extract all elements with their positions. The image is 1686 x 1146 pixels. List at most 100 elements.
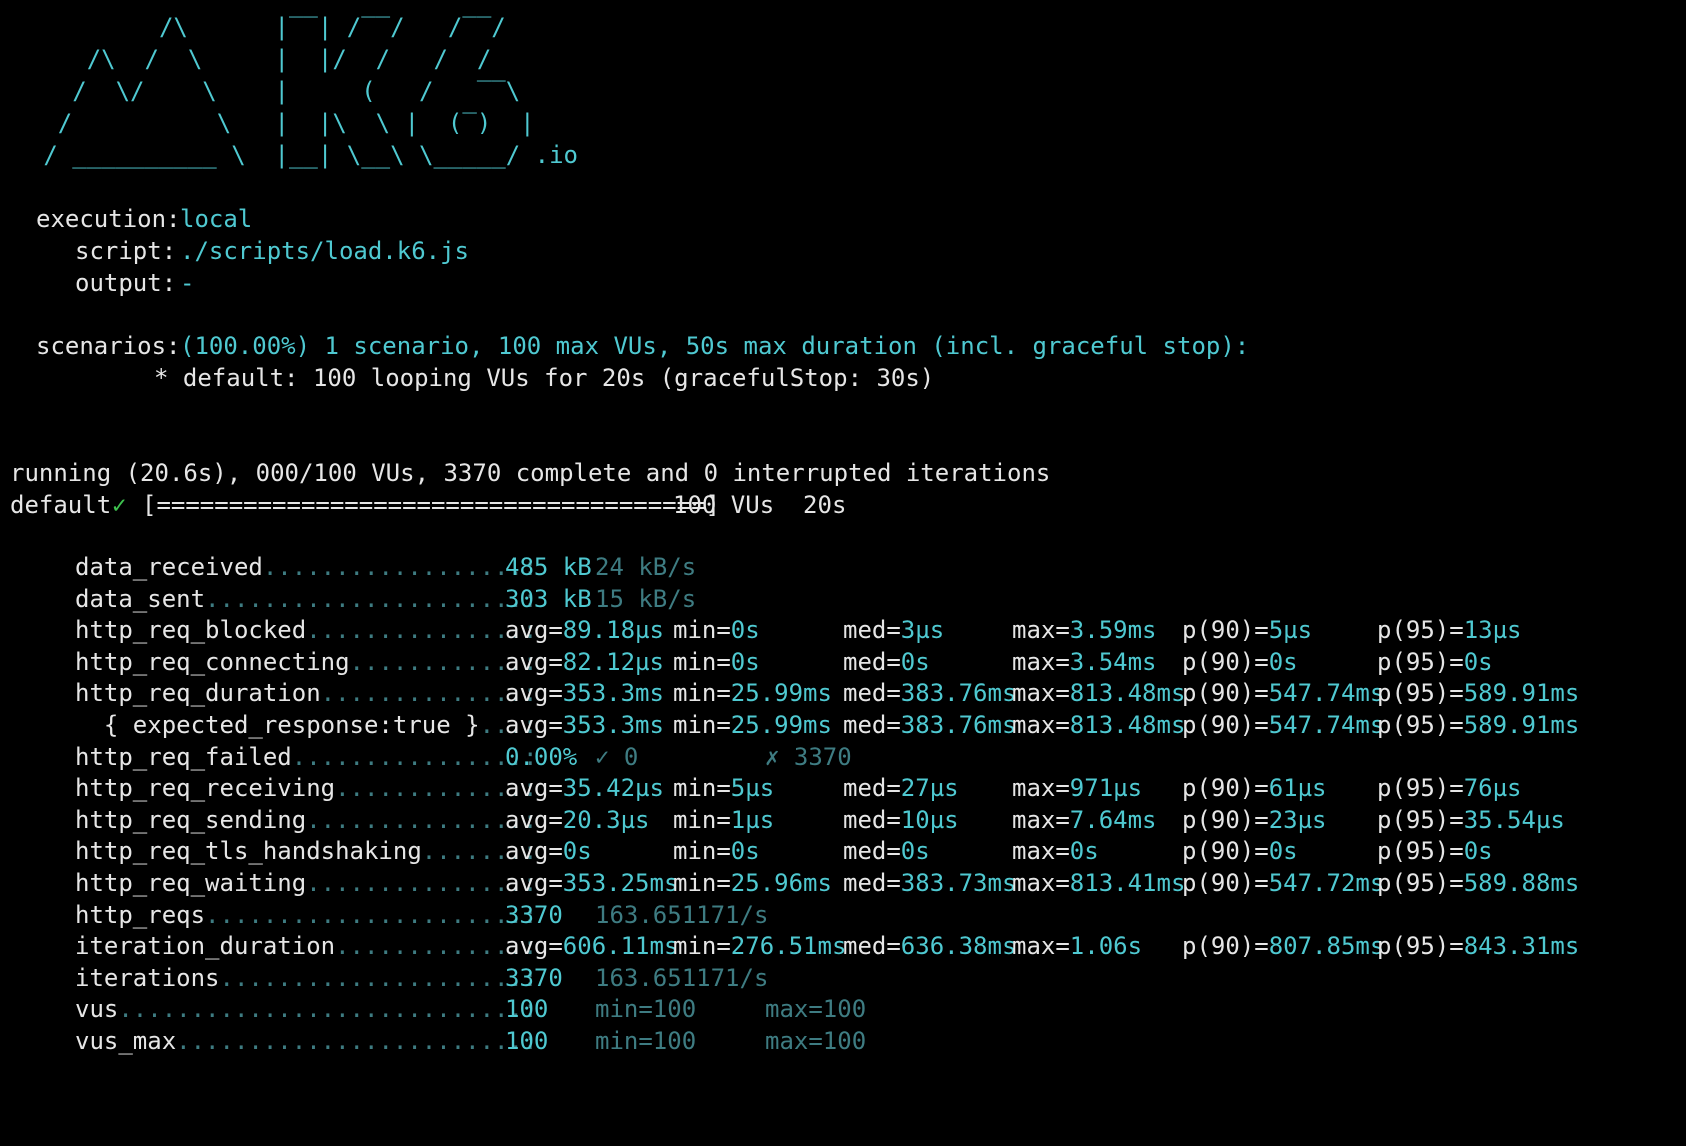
- stat-label: p(95)=: [1377, 679, 1464, 708]
- default-scenario: * default: 100 looping VUs for 20s (grac…: [154, 364, 935, 392]
- metric-stat: avg=606.11ms: [505, 929, 678, 963]
- stat-value: 3µs: [900, 616, 945, 645]
- logo-line: /\ |‾‾| /‾‾/ /‾‾/: [0, 13, 506, 41]
- stat-value: 25.96ms: [730, 869, 832, 897]
- stat-label: avg=: [505, 869, 563, 897]
- stat-value: 35.54µs: [1463, 805, 1565, 834]
- metric-leader-dots: ................:: [291, 742, 538, 771]
- stat-label: avg=: [505, 647, 563, 676]
- stat-label: max=: [1012, 711, 1070, 739]
- metric-stat: med=27µs: [843, 771, 959, 805]
- metric-leader-dots: .....................:: [219, 963, 538, 992]
- progress-summary: 100 VUs 20s: [673, 491, 847, 519]
- metric-stat: med=383.73ms: [843, 866, 1016, 900]
- execution-value: local: [180, 205, 253, 233]
- stat-value: 589.91ms: [1463, 711, 1580, 739]
- script-line: script: ./scripts/load.k6.js: [0, 234, 469, 268]
- metric-value: 163.651171/s: [595, 900, 769, 929]
- stat-label: max=: [1012, 679, 1070, 708]
- metric-stat: p(95)=13µs: [1377, 613, 1522, 647]
- stat-value: 0s: [1463, 647, 1493, 676]
- stat-value: 3.59ms: [1069, 616, 1157, 645]
- metric-stat: med=0s: [843, 645, 930, 679]
- stat-value: 0s: [1268, 837, 1298, 866]
- metric-stat: min=25.96ms: [673, 866, 832, 900]
- terminal-window[interactable]: /\ |‾‾| /‾‾/ /‾‾/ /\ / \ | |/ / / / / \/…: [0, 0, 1686, 1146]
- stat-label: med=: [843, 679, 901, 708]
- stat-label: med=: [843, 647, 901, 676]
- metric-stat: max=813.48ms: [1012, 708, 1185, 742]
- stat-label: min=: [673, 616, 731, 645]
- metric-stat: max=7.64ms: [1012, 803, 1157, 837]
- metric-leader-dots: ...............:: [306, 805, 538, 834]
- stat-value: 3.54ms: [1069, 647, 1157, 676]
- metric-stat: p(95)=589.91ms: [1377, 676, 1579, 710]
- metric-stat: avg=353.25ms: [505, 866, 678, 900]
- stat-label: min=: [673, 805, 731, 834]
- default-scenario-line: * default: 100 looping VUs for 20s (grac…: [0, 361, 934, 395]
- stat-label: med=: [843, 837, 901, 866]
- stat-value: 0s: [900, 647, 930, 676]
- metric-stat: p(95)=589.88ms: [1377, 866, 1579, 900]
- scenarios-value: (100.00%) 1 scenario, 100 max VUs, 50s m…: [180, 332, 1250, 360]
- stat-label: avg=: [505, 774, 563, 803]
- stat-value: 807.85ms: [1268, 932, 1385, 961]
- metric-value: 24 kB/s: [595, 553, 697, 581]
- stat-label: p(90)=: [1182, 774, 1269, 803]
- stat-label: med=: [843, 805, 901, 834]
- metric-name: { expected_response:true }...:: [75, 711, 538, 739]
- metric-stat: p(90)=23µs: [1182, 803, 1327, 837]
- stat-label: min=: [673, 932, 731, 961]
- metric-stat: max=813.48ms: [1012, 676, 1185, 710]
- metric-leader-dots: ......................:: [205, 584, 538, 613]
- metric-stat: max=813.41ms: [1012, 866, 1185, 900]
- metric-stat: med=636.38ms: [843, 929, 1016, 963]
- metric-stat: p(95)=843.31ms: [1377, 929, 1579, 963]
- metric-stat: p(90)=547.74ms: [1182, 708, 1384, 742]
- metric-value: min=100: [595, 1027, 697, 1055]
- metric-name: http_req_failed................:: [75, 742, 538, 771]
- stat-label: p(95)=: [1377, 932, 1464, 961]
- metric-stat: p(95)=0s: [1377, 834, 1493, 868]
- stat-value: 25.99ms: [730, 711, 832, 739]
- metric-value: 303 kB: [505, 584, 592, 613]
- metric-value: 485 kB: [505, 553, 592, 581]
- metric-stat: p(95)=76µs: [1377, 771, 1522, 805]
- stat-value: 61µs: [1268, 774, 1327, 803]
- check-icon: ✓: [112, 491, 127, 519]
- stat-label: avg=: [505, 805, 563, 834]
- metric-name: http_req_sending...............:: [75, 805, 538, 834]
- stat-label: p(95)=: [1377, 837, 1464, 866]
- stat-label: p(90)=: [1182, 837, 1269, 866]
- metric-stat: min=1µs: [673, 803, 774, 837]
- stat-value: 606.11ms: [562, 932, 679, 961]
- stat-value: 971µs: [1069, 774, 1143, 803]
- stat-value: 276.51ms: [730, 932, 847, 961]
- metric-value: min=100: [595, 995, 697, 1024]
- output-line: output: -: [0, 266, 194, 300]
- scenarios-line: scenarios: (100.00%) 1 scenario, 100 max…: [0, 329, 1249, 363]
- metric-value: 3370: [505, 900, 563, 929]
- stat-label: max=: [1012, 805, 1070, 834]
- metric-name: http_reqs......................:: [75, 900, 538, 929]
- metric-value: max=100: [765, 1027, 867, 1055]
- stat-label: min=: [673, 869, 731, 897]
- stat-value: 35.42µs: [562, 774, 664, 803]
- stat-value: 13µs: [1463, 616, 1522, 645]
- stat-value: 1µs: [730, 805, 775, 834]
- stat-value: 25.99ms: [730, 679, 832, 708]
- metric-stat: min=5µs: [673, 771, 774, 805]
- stat-label: med=: [843, 869, 901, 897]
- progress-bar: [======================================]: [142, 491, 720, 519]
- stat-label: max=: [1012, 774, 1070, 803]
- script-label: script:: [75, 237, 177, 265]
- stat-label: p(95)=: [1377, 869, 1464, 897]
- metric-stat: p(90)=0s: [1182, 645, 1298, 679]
- stat-label: min=: [673, 774, 731, 803]
- metric-stat: med=10µs: [843, 803, 959, 837]
- stat-label: max=: [1012, 932, 1070, 961]
- output-value: -: [180, 269, 195, 297]
- metric-stat: max=0s: [1012, 834, 1099, 868]
- metric-leader-dots: ............................:: [118, 995, 538, 1024]
- stat-value: 813.48ms: [1069, 711, 1186, 739]
